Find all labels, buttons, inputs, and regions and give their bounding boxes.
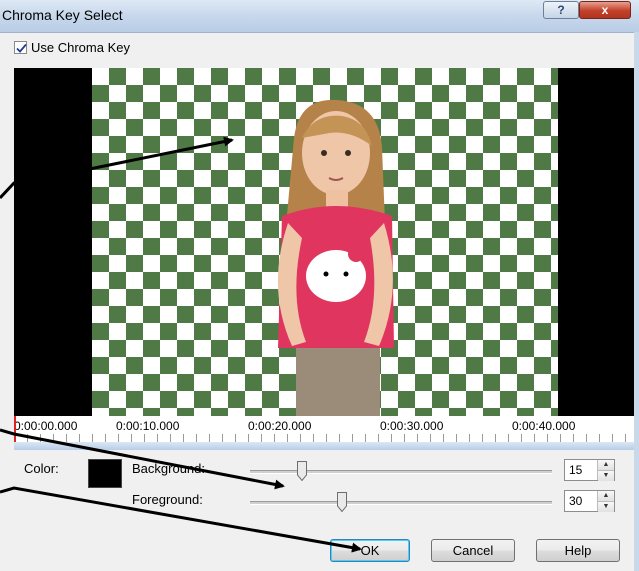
color-label: Color: [24,461,59,476]
title-close-button[interactable]: x [579,1,631,19]
spin-down-icon[interactable]: ▼ [598,501,614,512]
cancel-button[interactable]: Cancel [431,539,515,562]
ok-button[interactable]: OK [330,539,410,562]
timeline-playhead[interactable] [14,416,16,442]
chroma-key-dialog: Chroma Key Select ? x Use Chroma Key 0:0… [0,0,639,571]
timeline-tick-label: 0:00:10.000 [116,419,180,433]
use-chroma-key-label: Use Chroma Key [31,40,130,55]
foreground-slider-thumb[interactable] [337,492,347,512]
foreground-slider-track[interactable] [250,501,552,505]
subject-figure [277,99,394,416]
foreground-label: Foreground: [132,492,203,507]
window-frame-edge [634,32,639,571]
background-label: Background: [132,461,205,476]
spin-down-icon[interactable]: ▼ [598,470,614,481]
color-swatch[interactable] [88,459,122,488]
foreground-value[interactable]: 30 [569,494,582,508]
video-preview [14,68,634,416]
spin-up-icon[interactable]: ▲ [598,460,614,470]
timeline-ticks [14,434,634,442]
window-title: Chroma Key Select [2,7,123,23]
timeline-ruler[interactable]: 0:00:00.000 0:00:10.000 0:00:20.000 0:00… [14,416,634,442]
timeline-tick-label: 0:00:40.000 [512,419,576,433]
checkmark-icon [16,43,27,53]
use-chroma-key-checkbox[interactable] [14,41,27,54]
background-value[interactable]: 15 [569,463,582,477]
title-help-button[interactable]: ? [543,1,579,19]
timeline-scrub-bar[interactable] [14,442,634,450]
spin-up-icon[interactable]: ▲ [598,491,614,501]
title-bar[interactable]: Chroma Key Select ? x [0,0,639,33]
background-spinner-buttons: ▲ ▼ [597,460,614,481]
timeline-tick-label: 0:00:20.000 [248,419,312,433]
background-spinner[interactable]: 15 ▲ ▼ [564,459,615,481]
foreground-spinner[interactable]: 30 ▲ ▼ [564,490,615,512]
help-button[interactable]: Help [536,539,620,562]
timeline-tick-label: 0:00:30.000 [380,419,444,433]
timeline-tick-label: 0:00:00.000 [14,419,78,433]
background-slider-thumb[interactable] [297,461,307,481]
foreground-spinner-buttons: ▲ ▼ [597,491,614,512]
background-slider-track[interactable] [250,470,552,474]
